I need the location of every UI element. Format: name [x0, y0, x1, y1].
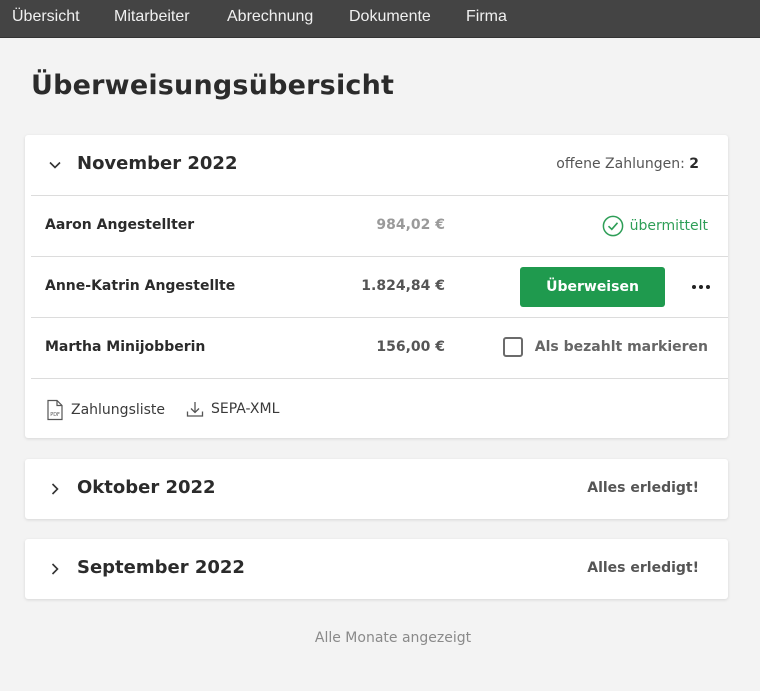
- more-dots-icon[interactable]: [688, 274, 714, 300]
- download-icon: [186, 402, 204, 417]
- status-transmitted: übermittelt: [602, 214, 708, 238]
- nav-item-dokumente[interactable]: Dokumente: [349, 8, 431, 26]
- employee-name: Martha Minijobberin: [45, 339, 206, 355]
- nav-item-firma[interactable]: Firma: [466, 8, 507, 26]
- top-navigation: Übersicht Mitarbeiter Abrechnung Dokumen…: [0, 0, 760, 38]
- payment-row: Martha Minijobberin 156,00 € Als bezahlt…: [31, 317, 728, 378]
- payment-amount: 984,02 €: [376, 217, 445, 233]
- chevron-right-icon: [51, 563, 59, 575]
- month-title: September 2022: [77, 557, 245, 578]
- download-payment-list-link[interactable]: PDF Zahlungsliste: [45, 399, 165, 421]
- mark-as-paid-checkbox[interactable]: [502, 337, 523, 357]
- month-card-november-2022: November 2022 offene Zahlungen: 2 Aaron …: [25, 135, 728, 438]
- pdf-badge: PDF: [50, 412, 60, 418]
- open-payments-status: offene Zahlungen: 2: [556, 156, 699, 172]
- payment-amount: 156,00 €: [376, 339, 445, 355]
- month-card-oktober-2022: Oktober 2022 Alles erledigt!: [25, 459, 728, 519]
- mark-as-paid-label: Als bezahlt markieren: [534, 339, 708, 355]
- download-label: SEPA-XML: [211, 401, 280, 417]
- downloads-row: PDF Zahlungsliste SEPA-XML: [31, 378, 728, 438]
- check-circle-icon: [602, 215, 623, 237]
- month-header-september-2022[interactable]: September 2022 Alles erledigt!: [25, 539, 728, 599]
- payment-amount: 1.824,84 €: [361, 278, 445, 294]
- month-status: Alles erledigt!: [587, 560, 699, 576]
- mark-as-paid-toggle[interactable]: Als bezahlt markieren: [502, 337, 708, 357]
- employee-name: Aaron Angestellter: [45, 217, 195, 233]
- month-title: November 2022: [77, 153, 238, 174]
- employee-name: Anne-Katrin Angestellte: [45, 278, 236, 294]
- open-payments-label: offene Zahlungen:: [556, 156, 685, 172]
- payment-row: Aaron Angestellter 984,02 € übermittelt: [31, 195, 728, 256]
- page-title: Überweisungsübersicht: [31, 70, 395, 101]
- status-label: übermittelt: [629, 218, 708, 234]
- nav-item-mitarbeiter[interactable]: Mitarbeiter: [114, 8, 190, 26]
- download-label: Zahlungsliste: [71, 402, 166, 418]
- all-months-note: Alle Monate angezeigt: [314, 630, 472, 646]
- month-header-oktober-2022[interactable]: Oktober 2022 Alles erledigt!: [25, 459, 728, 519]
- transfer-button[interactable]: Überweisen: [520, 267, 665, 307]
- month-card-september-2022: September 2022 Alles erledigt!: [25, 539, 728, 599]
- nav-item-uebersicht[interactable]: Übersicht: [12, 8, 80, 26]
- payment-row: Anne-Katrin Angestellte 1.824,84 € Überw…: [31, 256, 728, 317]
- month-status: Alles erledigt!: [587, 480, 699, 496]
- chevron-down-icon: [49, 161, 61, 169]
- chevron-right-icon: [51, 483, 59, 495]
- month-title: Oktober 2022: [77, 477, 216, 498]
- open-payments-count: 2: [689, 156, 699, 172]
- pdf-file-icon: PDF: [47, 399, 63, 421]
- download-sepa-xml-link[interactable]: SEPA-XML: [185, 399, 279, 419]
- nav-item-abrechnung[interactable]: Abrechnung: [227, 8, 313, 26]
- month-header-november-2022[interactable]: November 2022 offene Zahlungen: 2: [25, 135, 728, 195]
